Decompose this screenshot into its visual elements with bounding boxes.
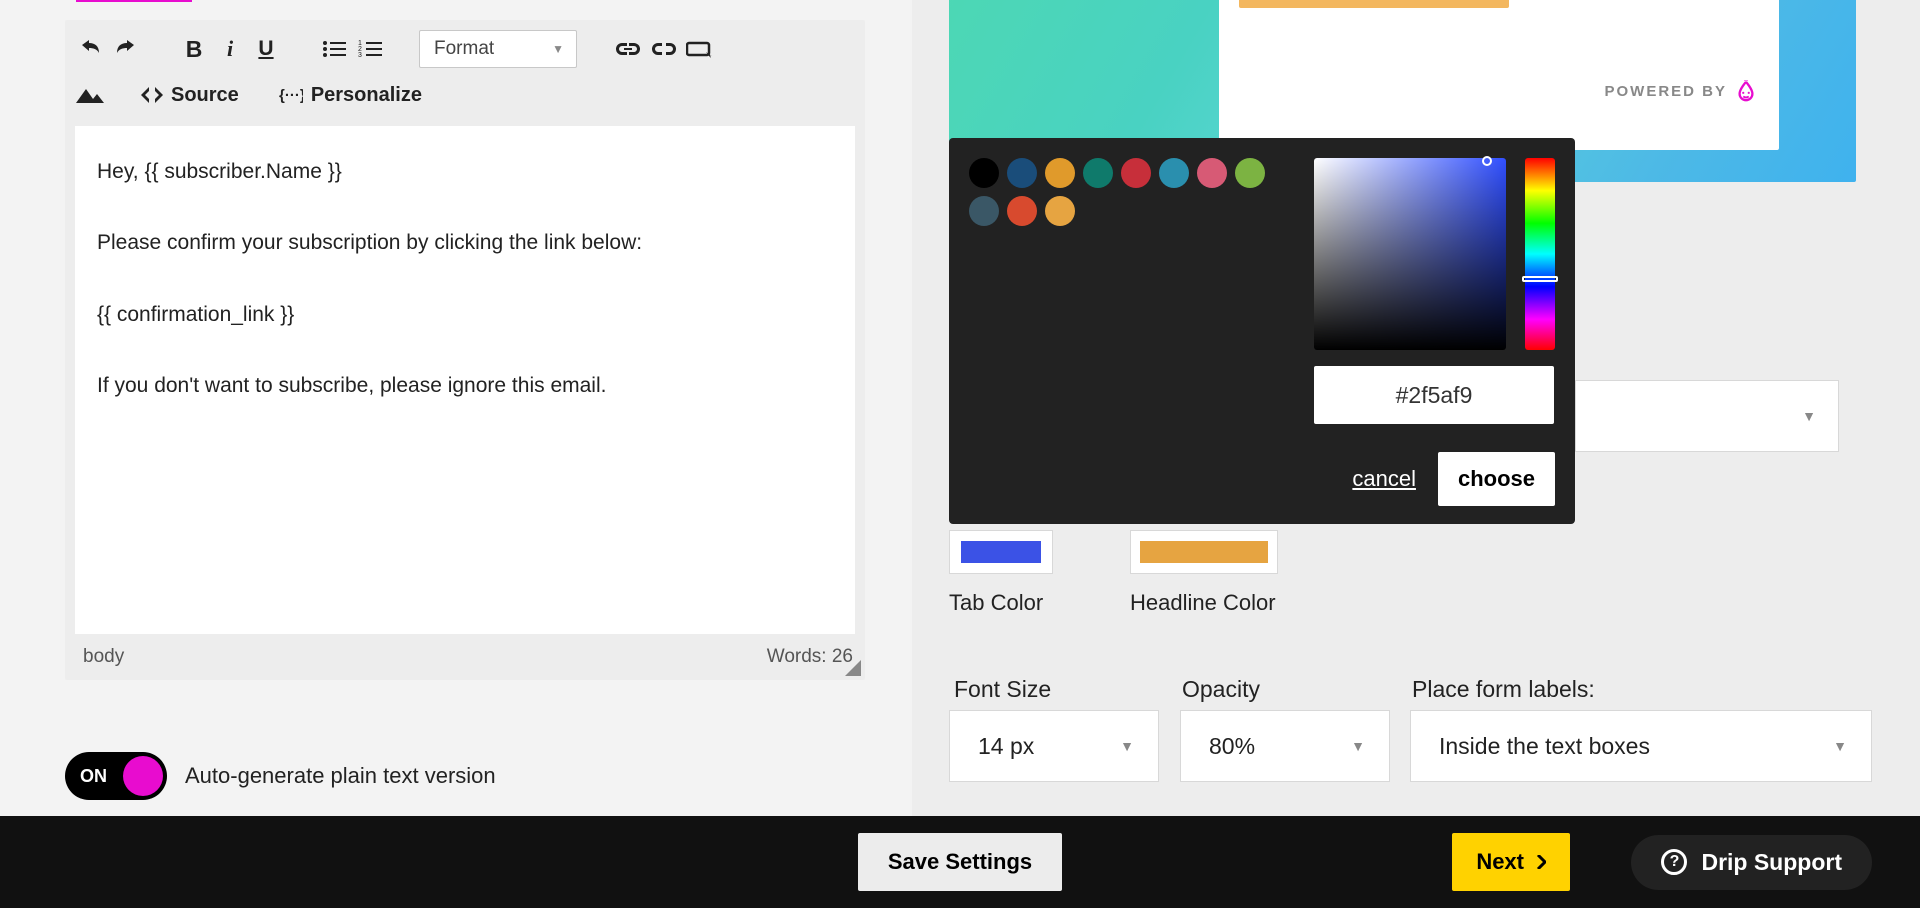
image-button[interactable]	[73, 78, 107, 112]
word-count: Words: 26	[767, 646, 853, 668]
color-swatch[interactable]	[969, 196, 999, 226]
color-swatch[interactable]	[1121, 158, 1151, 188]
chevron-right-icon	[1536, 855, 1546, 869]
code-icon	[141, 87, 163, 103]
plain-text-toggle[interactable]: ON	[65, 752, 167, 800]
swatch-grid	[969, 158, 1269, 226]
editor-content[interactable]: Hey, {{ subscriber.Name }} Please confir…	[75, 126, 855, 634]
editor-line: {{ confirmation_link }}	[97, 297, 833, 333]
color-swatch[interactable]	[1045, 158, 1075, 188]
submit-button-preview	[1239, 0, 1509, 8]
opacity-dropdown[interactable]: 80% ▼	[1180, 710, 1390, 782]
tab-color-input[interactable]	[949, 530, 1053, 574]
color-swatch[interactable]	[1045, 196, 1075, 226]
italic-button[interactable]: i	[213, 32, 247, 66]
toggle-state: ON	[80, 766, 107, 787]
drip-logo-icon	[1735, 80, 1757, 102]
chevron-down-icon: ▼	[1351, 738, 1365, 754]
color-swatch[interactable]	[1083, 158, 1113, 188]
font-family-dropdown[interactable]: ▼	[1575, 380, 1839, 452]
color-swatch[interactable]	[1007, 158, 1037, 188]
place-labels-label: Place form labels:	[1412, 676, 1595, 703]
place-labels-dropdown[interactable]: Inside the text boxes ▼	[1410, 710, 1872, 782]
source-button[interactable]: Source	[135, 80, 245, 111]
font-size-label: Font Size	[954, 676, 1051, 703]
svg-text:3: 3	[358, 52, 362, 59]
font-size-dropdown[interactable]: 14 px ▼	[949, 710, 1159, 782]
chevron-down-icon: ▼	[1120, 738, 1134, 754]
help-icon: ?	[1661, 849, 1687, 875]
toggle-knob	[123, 756, 163, 796]
color-picker: #2f5af9 cancel choose	[949, 138, 1575, 524]
headline-color-swatch	[1140, 541, 1268, 563]
color-swatch[interactable]	[1235, 158, 1265, 188]
undo-button[interactable]	[73, 32, 107, 66]
bullet-list-button[interactable]	[317, 32, 351, 66]
format-label: Format	[434, 38, 494, 60]
hue-cursor	[1522, 276, 1558, 282]
source-label: Source	[171, 84, 239, 107]
resize-handle[interactable]	[845, 660, 861, 676]
tab-color-swatch	[961, 541, 1041, 563]
numbered-list-button[interactable]: 1 2 3	[353, 32, 387, 66]
svg-text:{···}: {···}	[279, 87, 303, 103]
hex-input[interactable]: #2f5af9	[1314, 366, 1554, 424]
cancel-link[interactable]: cancel	[1352, 466, 1416, 492]
opacity-label: Opacity	[1182, 676, 1260, 703]
color-swatch[interactable]	[1007, 196, 1037, 226]
saturation-value-field[interactable]	[1314, 158, 1506, 350]
save-settings-button[interactable]: Save Settings	[858, 833, 1062, 891]
personalize-label: Personalize	[311, 84, 422, 107]
footer-bar: Save Settings Next ? Drip Support	[0, 816, 1920, 908]
hue-slider[interactable]	[1525, 158, 1555, 350]
toggle-label: Auto-generate plain text version	[185, 763, 496, 789]
format-dropdown[interactable]: Format ▼	[419, 30, 577, 68]
personalize-button[interactable]: {···} Personalize	[273, 80, 428, 111]
underline-button[interactable]: U	[249, 32, 283, 66]
bold-button[interactable]: B	[177, 32, 211, 66]
editor-path: body	[83, 646, 124, 668]
choose-button[interactable]: choose	[1438, 452, 1555, 506]
chevron-down-icon: ▼	[1802, 408, 1816, 424]
rich-text-editor: B i U 1 2 3 Format ▼	[65, 20, 865, 680]
color-swatch[interactable]	[1159, 158, 1189, 188]
next-button[interactable]: Next	[1452, 833, 1570, 891]
redo-button[interactable]	[109, 32, 143, 66]
headline-color-label: Headline Color	[1130, 590, 1276, 616]
powered-by: POWERED BY	[1604, 80, 1757, 102]
unlink-button[interactable]	[647, 32, 681, 66]
color-swatch[interactable]	[969, 158, 999, 188]
editor-line: If you don't want to subscribe, please i…	[97, 368, 833, 404]
link-button[interactable]	[611, 32, 645, 66]
chevron-down-icon: ▼	[552, 42, 564, 56]
button-insert-button[interactable]	[683, 32, 717, 66]
sv-cursor	[1482, 156, 1492, 166]
drip-support-button[interactable]: ? Drip Support	[1631, 835, 1872, 890]
editor-line: Hey, {{ subscriber.Name }}	[97, 154, 833, 190]
headline-color-input[interactable]	[1130, 530, 1278, 574]
color-swatch[interactable]	[1197, 158, 1227, 188]
editor-line: Please confirm your subscription by clic…	[97, 225, 833, 261]
tab-color-label: Tab Color	[949, 590, 1043, 616]
braces-icon: {···}	[279, 87, 303, 103]
chevron-down-icon: ▼	[1833, 738, 1847, 754]
